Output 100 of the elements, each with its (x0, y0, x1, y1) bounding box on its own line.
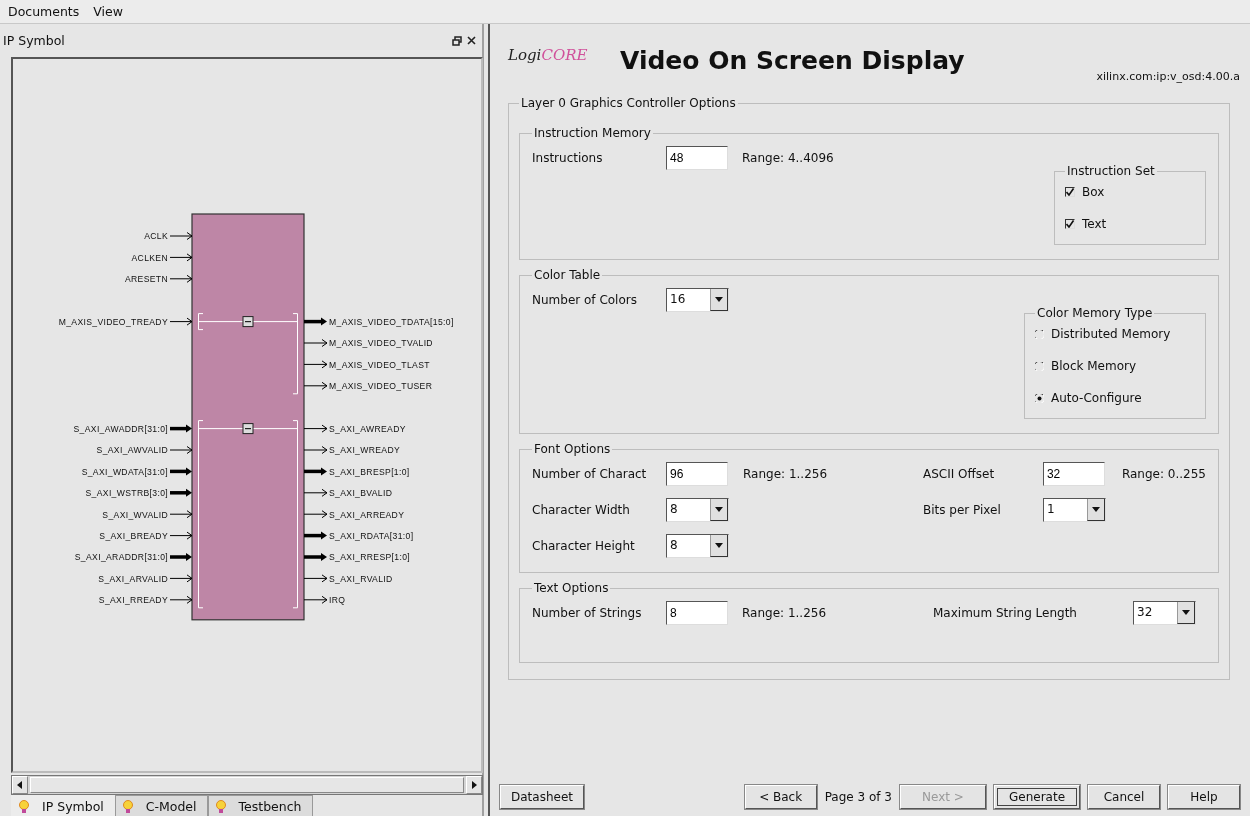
tab[interactable]: Testbench (207, 795, 313, 816)
section-title: Font Options (533, 442, 612, 456)
option-label: Block Memory (1051, 359, 1137, 373)
close-icon[interactable] (467, 36, 476, 45)
port-label: S_AXI_WSTRB[3:0] (85, 488, 168, 499)
field-label: Character Width (532, 503, 631, 517)
port-label: S_AXI_BREADY (99, 530, 168, 541)
tab[interactable]: C-Model (114, 795, 208, 816)
port-label: S_AXI_RDATA[31:0] (329, 530, 414, 541)
port-label: S_AXI_RRESP[1:0] (329, 552, 411, 563)
scroll-left-icon[interactable] (17, 781, 23, 789)
port-label: M_AXIS_VIDEO_TUSER (329, 381, 433, 392)
bulb-icon (214, 798, 227, 814)
radio-button[interactable] (1035, 361, 1044, 371)
port-label: S_AXI_AWADDR[31:0] (73, 423, 168, 434)
field-label: Bits per Pixel (922, 503, 1002, 517)
collapse-icon[interactable] (242, 316, 254, 328)
pane-title: IP Symbol (3, 33, 66, 48)
port-label: ACLKEN (131, 252, 168, 263)
port-label: S_AXI_RREADY (98, 595, 168, 606)
port-label: S_AXI_ARREADY (329, 509, 405, 520)
port-label: S_AXI_ARVALID (98, 573, 168, 584)
page-indicator: Page 3 of 3 (824, 790, 892, 804)
input-field[interactable]: 96 (666, 462, 728, 486)
port-label: M_AXIS_VIDEO_TDATA[15:0] (329, 316, 454, 327)
interface-line (252, 321, 298, 323)
range-text: Range: 1..256 (742, 606, 827, 620)
group-title: Instruction Set (1066, 164, 1156, 178)
interface-line (252, 428, 298, 430)
menu-item[interactable]: Documents (8, 4, 80, 19)
port-label: S_AXI_ARADDR[31:0] (74, 552, 168, 563)
port-label: S_AXI_WREADY (329, 445, 401, 456)
checkbox[interactable] (1065, 219, 1075, 229)
button[interactable]: Generate (994, 785, 1080, 809)
bulb-icon (121, 798, 134, 814)
range-text: Range: 0..255 (1121, 467, 1206, 481)
port-label: M_AXIS_VIDEO_TVALID (329, 338, 433, 349)
caret-icon (715, 507, 723, 512)
field-label: Maximum String Length (933, 606, 1078, 620)
input-field[interactable]: 48 (666, 146, 728, 170)
dropdown[interactable]: 8 (666, 498, 729, 522)
interface-bracket (198, 313, 204, 331)
port-label: ARESETN (124, 274, 168, 285)
input-field[interactable]: 32 (1042, 462, 1105, 486)
port-label: S_AXI_RVALID (329, 573, 393, 584)
button[interactable]: < Back (744, 785, 817, 809)
dropdown[interactable]: 1 (1042, 498, 1106, 522)
section-title: Instruction Memory (533, 126, 652, 140)
radio-button[interactable] (1035, 393, 1044, 403)
section-title: Layer 0 Graphics Controller Options (520, 96, 737, 110)
button[interactable]: Datasheet (500, 785, 584, 809)
group-title: Color Memory Type (1036, 306, 1154, 320)
option-label: Auto-Configure (1051, 391, 1142, 405)
check-icon (1066, 188, 1074, 196)
caret-icon (1091, 507, 1100, 512)
check-icon (1066, 220, 1074, 228)
bulb-icon (18, 798, 30, 814)
button[interactable]: Help (1168, 785, 1240, 809)
input-field[interactable]: 8 (666, 601, 728, 625)
field-label: Number of Colors (532, 293, 638, 307)
port-label: ACLK (144, 231, 168, 242)
field-label: ASCII Offset (922, 467, 996, 481)
field-label: Number of Strings (532, 606, 643, 620)
section-title: Text Options (533, 581, 610, 595)
field-label: Character Height (532, 539, 636, 553)
port-label: S_AXI_BRESP[1:0] (329, 466, 410, 477)
option-label: Box (1082, 185, 1105, 199)
port-label: S_AXI_BVALID (329, 488, 393, 499)
checkbox[interactable] (1065, 187, 1075, 197)
field-label: Instructions (532, 151, 604, 165)
port-label: M_AXIS_VIDEO_TLAST (329, 359, 430, 370)
dialog-title: Video On Screen Display (620, 46, 966, 75)
field-label: Number of Charact (532, 467, 648, 481)
radio-button[interactable] (1035, 329, 1044, 339)
port-label: S_AXI_WDATA[31:0] (81, 466, 168, 477)
range-text: Range: 1..256 (743, 467, 828, 481)
version-text: xilinx.com:ip:v_osd:4.00.a (1096, 70, 1240, 83)
logo: LogiCORE (508, 46, 589, 64)
port-label: S_AXI_AWVALID (96, 445, 168, 456)
caret-icon (715, 543, 723, 548)
port-label: S_AXI_WVALID (102, 509, 168, 520)
port-label: M_AXIS_VIDEO_TREADY (58, 316, 168, 327)
range-text: Range: 4..4096 (742, 151, 834, 165)
option-label: Text (1082, 217, 1107, 231)
scrollbar-thumb[interactable] (30, 777, 464, 793)
caret-icon (715, 297, 723, 302)
float-icon[interactable] (452, 35, 462, 46)
interface-line (198, 428, 244, 430)
port-label: IRQ (329, 595, 346, 606)
collapse-icon[interactable] (242, 423, 254, 435)
scroll-right-icon[interactable] (471, 781, 477, 789)
dropdown[interactable]: 8 (666, 534, 729, 558)
menu-item[interactable]: View (93, 4, 123, 19)
button[interactable]: Cancel (1088, 785, 1160, 809)
dropdown[interactable]: 32 (1133, 601, 1196, 625)
section-title: Color Table (533, 268, 602, 282)
interface-line (198, 321, 244, 323)
tab[interactable]: IP Symbol (11, 795, 115, 816)
caret-icon (1182, 610, 1190, 615)
dropdown[interactable]: 16 (666, 288, 729, 312)
